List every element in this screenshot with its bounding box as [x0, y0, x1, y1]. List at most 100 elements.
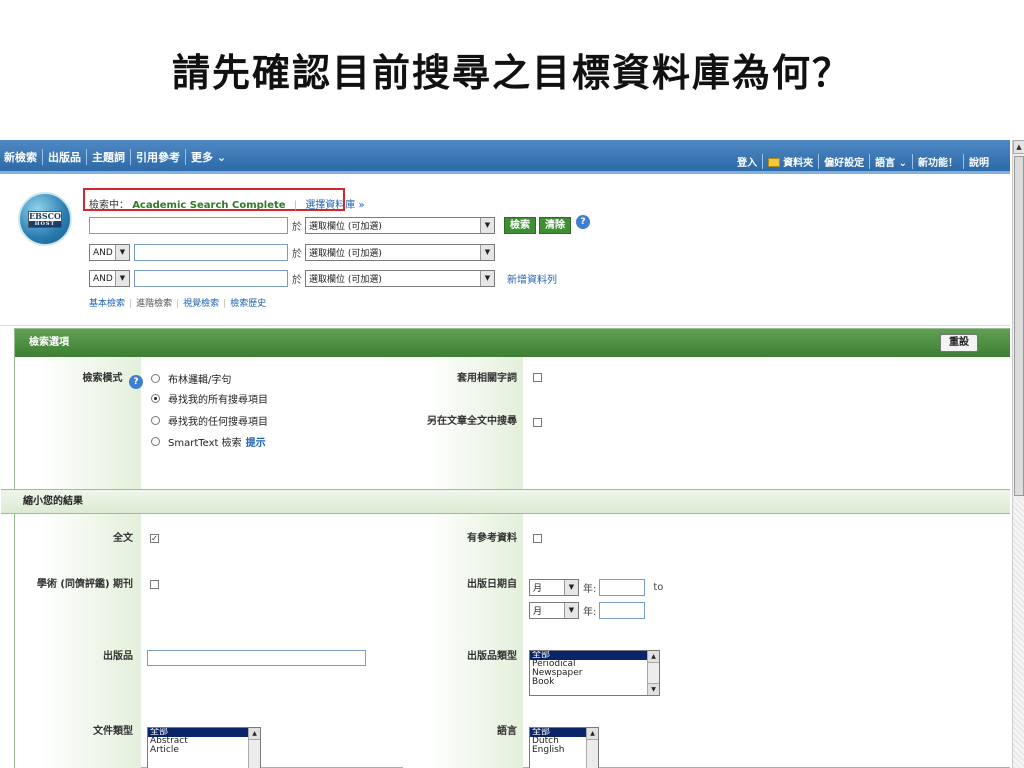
add-row-link[interactable]: 新增資料列 — [507, 271, 557, 286]
pub-date-to: 月 ▼ 年: — [529, 602, 646, 619]
search-history-link[interactable]: 檢索歷史 — [230, 299, 266, 309]
page-scrollbar[interactable]: ▲ — [1012, 140, 1024, 768]
list-item[interactable]: Book — [530, 678, 659, 687]
chevron-down-icon: ▼ — [115, 245, 129, 260]
nav-preferences[interactable]: 偏好設定 — [819, 154, 871, 169]
peer-reviewed-checkbox[interactable] — [150, 580, 159, 589]
advanced-search-current: 進階檢索 — [136, 299, 173, 309]
nav-cited-references[interactable]: 引用參考 — [131, 149, 186, 165]
search-row-3: AND ▼ 於 選取欄位 (可加選) ▼ 新增資料列 — [89, 270, 557, 287]
help-icon[interactable]: ? — [129, 375, 143, 389]
search-options-header: 檢索選項 重設 — [15, 329, 1010, 357]
chevron-down-icon: ▼ — [564, 603, 578, 618]
search-button[interactable]: 檢索 — [504, 217, 536, 234]
year-input-to[interactable] — [599, 602, 646, 619]
field-select-2[interactable]: 選取欄位 (可加選) ▼ — [305, 244, 495, 261]
field-select-1[interactable]: 選取欄位 (可加選) ▼ — [305, 217, 495, 234]
radio-icon — [151, 416, 160, 425]
top-nav-bar: 新檢索 出版品 主題詞 引用參考 更多 ⌄ 登入 資料夾 偏好設定 語言 ⌄ 新… — [0, 140, 1010, 174]
search-input-1[interactable] — [89, 217, 288, 234]
scrollbar[interactable]: ▲ — [248, 728, 260, 768]
fulltext-search-checkbox[interactable] — [533, 418, 542, 427]
chevron-down-icon: ▼ — [564, 580, 578, 595]
field-select-3[interactable]: 選取欄位 (可加選) ▼ — [305, 270, 495, 287]
mode-smarttext[interactable]: SmartText 檢索 提示 — [151, 434, 266, 449]
mode-find-any[interactable]: 尋找我的任何搜尋項目 — [151, 413, 268, 428]
references-label: 有參考資料 — [467, 533, 517, 544]
search-row-1: 於 選取欄位 (可加選) ▼ 檢索 清除 ? — [89, 214, 590, 234]
chevron-down-icon: ▼ — [480, 271, 494, 286]
chevron-up-icon: ▲ — [648, 651, 659, 663]
month-select-from[interactable]: 月 ▼ — [529, 579, 579, 596]
chevron-up-icon[interactable]: ▲ — [1013, 140, 1024, 154]
chevron-up-icon: ▲ — [587, 728, 598, 740]
top-nav-right: 登入 資料夾 偏好設定 語言 ⌄ 新功能！ 說明 — [732, 154, 994, 169]
chevron-down-icon: ▼ — [648, 683, 659, 695]
top-nav-left: 新檢索 出版品 主題詞 引用參考 更多 ⌄ — [4, 149, 231, 165]
help-icon[interactable]: ? — [576, 214, 590, 229]
list-item[interactable]: Article — [148, 746, 260, 755]
chevron-down-icon: ▼ — [115, 271, 129, 286]
publication-label: 出版品 — [103, 651, 133, 662]
search-row-2: AND ▼ 於 選取欄位 (可加選) ▼ — [89, 244, 495, 261]
hint-link[interactable]: 提示 — [246, 434, 266, 449]
folder-icon — [768, 158, 781, 167]
choose-databases-link[interactable]: 選擇資料庫 » — [305, 200, 364, 211]
pub-type-list[interactable]: 全部 Periodical Newspaper Book ▲ ▼ — [529, 650, 660, 696]
ebsco-host-logo[interactable]: EBSCO HOST — [18, 192, 72, 246]
nav-subject-terms[interactable]: 主題詞 — [87, 149, 131, 165]
search-mode-label: 檢索模式 — [82, 373, 123, 384]
full-text-label: 全文 — [113, 533, 133, 544]
clear-button[interactable]: 清除 — [539, 217, 571, 234]
mode-boolean[interactable]: 布林邏輯/字句 — [151, 371, 231, 386]
basic-search-link[interactable]: 基本檢索 — [89, 299, 125, 309]
related-words-checkbox[interactable] — [533, 373, 542, 382]
document-type-label: 文件類型 — [93, 726, 133, 737]
radio-selected-icon — [151, 394, 160, 403]
chevron-up-icon: ▲ — [249, 728, 260, 740]
nav-publications[interactable]: 出版品 — [43, 149, 87, 165]
mode-find-all[interactable]: 尋找我的所有搜尋項目 — [151, 391, 268, 406]
search-options-panel: 檢索選項 重設 檢索模式 ? 布林邏輯/字句 尋找我的所有搜尋項目 尋找我的任何… — [1, 328, 1010, 768]
scrollbar-thumb[interactable] — [1014, 156, 1024, 496]
language-label: 語言 — [497, 726, 517, 737]
document-type-list[interactable]: 全部 Abstract Article ▲ — [147, 727, 261, 768]
nav-new-features[interactable]: 新功能！ — [913, 154, 964, 169]
year-input-from[interactable] — [599, 579, 646, 596]
bool-select-2[interactable]: AND ▼ — [89, 244, 130, 261]
language-list[interactable]: 全部 Dutch English ▲ — [529, 727, 599, 768]
radio-icon — [151, 374, 160, 383]
visual-search-link[interactable]: 視覺檢索 — [183, 299, 219, 309]
chevron-down-icon: ▼ — [480, 245, 494, 260]
ebsco-search-page: 新檢索 出版品 主題詞 引用參考 更多 ⌄ 登入 資料夾 偏好設定 語言 ⌄ 新… — [0, 140, 1010, 768]
pub-type-label: 出版品類型 — [467, 651, 517, 662]
nav-sign-in[interactable]: 登入 — [732, 154, 764, 169]
nav-new-search[interactable]: 新檢索 — [4, 149, 43, 165]
nav-more[interactable]: 更多 ⌄ — [186, 149, 231, 165]
pub-date-from: 月 ▼ 年: to — [529, 579, 666, 596]
nav-language[interactable]: 語言 ⌄ — [870, 154, 913, 169]
nav-folder[interactable]: 資料夾 — [763, 154, 820, 169]
full-text-checkbox[interactable]: ✓ — [150, 534, 159, 543]
scrollbar[interactable]: ▲ ▼ — [647, 651, 659, 695]
search-input-3[interactable] — [134, 270, 288, 287]
slide-title: 請先確認目前搜尋之目標資料庫為何？ — [171, 51, 852, 95]
searching-database-line: 檢索中： Academic Search Complete | 選擇資料庫 » — [89, 200, 365, 211]
publication-input[interactable] — [147, 650, 366, 666]
scrollbar[interactable]: ▲ — [586, 728, 598, 768]
fulltext-search-label: 另在文章全文中搜尋 — [427, 416, 517, 427]
search-mode-links: 基本檢索 | 進階檢索 | 視覺檢索 | 檢索歷史 — [89, 299, 267, 309]
limit-results-header: 縮小您的結果 — [1, 489, 1010, 514]
current-database: Academic Search Complete — [132, 200, 286, 211]
bool-select-3[interactable]: AND ▼ — [89, 270, 130, 287]
radio-icon — [151, 437, 160, 446]
references-checkbox[interactable] — [533, 534, 542, 543]
related-words-label: 套用相關字詞 — [457, 373, 517, 384]
chevron-down-icon: ▼ — [480, 218, 494, 233]
month-select-to[interactable]: 月 ▼ — [529, 602, 579, 619]
reset-button[interactable]: 重設 — [940, 334, 978, 352]
pub-date-label: 出版日期自 — [467, 579, 517, 590]
peer-reviewed-label: 學術 (同儕評鑑) 期刊 — [36, 579, 133, 590]
nav-help[interactable]: 說明 — [964, 154, 994, 169]
search-input-2[interactable] — [134, 244, 288, 261]
